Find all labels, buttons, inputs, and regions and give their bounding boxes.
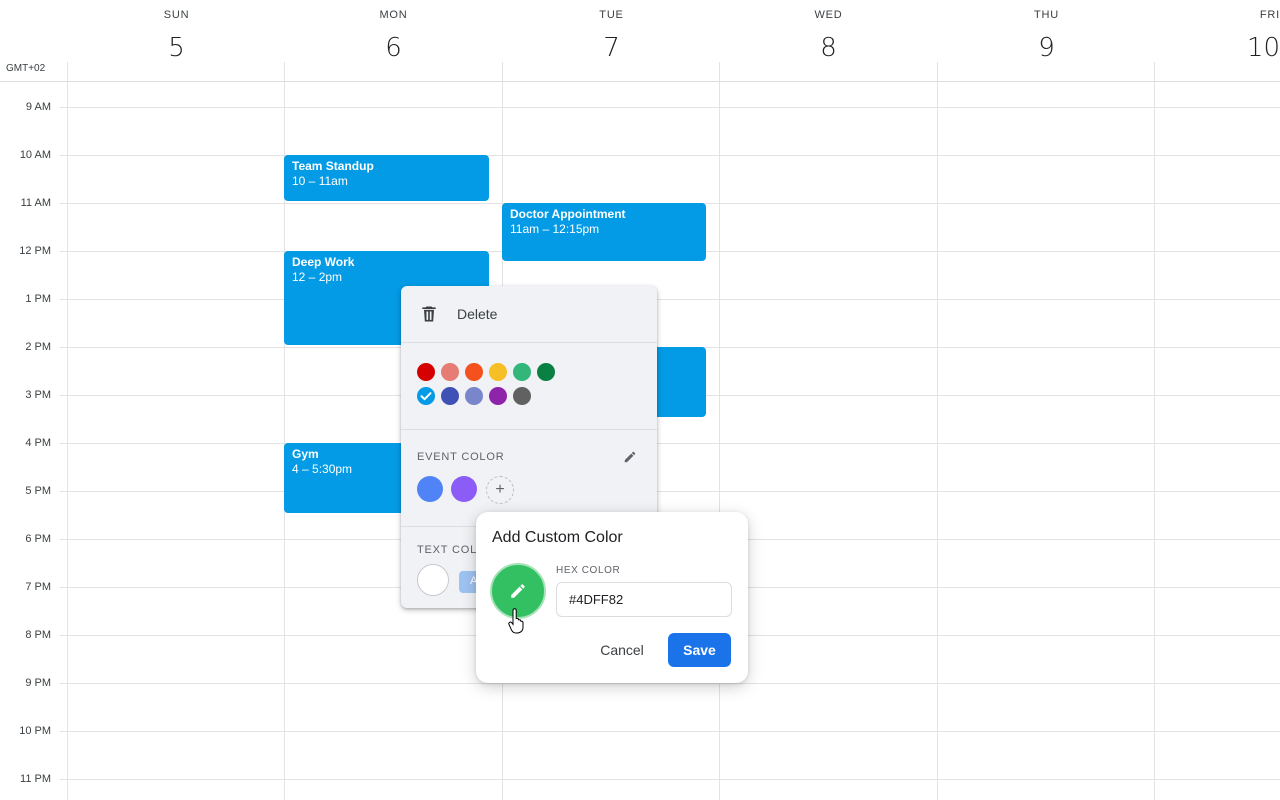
hour-label: 12 PM: [19, 245, 51, 257]
trash-icon: [422, 306, 436, 322]
grid-hour-tick: [60, 587, 67, 588]
hour-label: 3 PM: [25, 389, 51, 401]
day-number[interactable]: 8: [720, 33, 937, 63]
grid-hour-tick: [60, 539, 67, 540]
grid-hour-tick: [60, 731, 67, 732]
hour-label: 8 PM: [25, 629, 51, 641]
grid-hour-tick: [60, 635, 67, 636]
palette-swatch-peacock-selected[interactable]: [417, 387, 435, 405]
palette-swatch-flamingo[interactable]: [441, 363, 459, 381]
grid-hour-tick: [60, 395, 67, 396]
day-number[interactable]: 5: [68, 33, 285, 63]
add-custom-color-dialog: Add Custom Color HEX COLOR Cancel Save: [476, 512, 748, 683]
hour-label: 5 PM: [25, 485, 51, 497]
day-name: MON: [379, 9, 408, 21]
hour-label: 10 AM: [19, 149, 51, 161]
pencil-icon: [511, 584, 525, 598]
palette-swatch-tangerine[interactable]: [465, 363, 483, 381]
hour-label: 9 AM: [25, 101, 51, 113]
day-name: TUE: [599, 9, 624, 21]
header-divider: [0, 81, 1280, 82]
cancel-button[interactable]: Cancel: [589, 633, 655, 667]
day-name: WED: [814, 9, 843, 21]
event-time: 12 – 2pm: [292, 270, 343, 284]
grid-hour-tick: [60, 203, 67, 204]
checkmark-icon: [420, 392, 432, 401]
palette-swatch-graphite[interactable]: [513, 387, 531, 405]
hour-label: 11 AM: [20, 197, 51, 209]
grid-hour-tick: [60, 443, 67, 444]
event-color-label: EVENT COLOR: [417, 451, 505, 463]
day-number[interactable]: 6: [285, 33, 502, 63]
hour-label: 6 PM: [25, 533, 51, 545]
menu-divider: [401, 429, 657, 430]
day-name: SUN: [163, 9, 190, 21]
grid-hour-line: [67, 299, 1280, 300]
grid-hour-tick: [60, 491, 67, 492]
grid-hour-line: [67, 155, 1280, 156]
grid-hour-tick: [60, 155, 67, 156]
palette-swatch-tomato[interactable]: [417, 363, 435, 381]
hour-label: 2 PM: [25, 341, 51, 353]
day-number[interactable]: 9: [938, 33, 1155, 63]
grid-hour-line: [67, 443, 1280, 444]
grid-hour-tick: [60, 779, 67, 780]
grid-hour-line: [67, 731, 1280, 732]
day-number[interactable]: 10: [1155, 33, 1280, 63]
grid-hour-tick: [60, 251, 67, 252]
timezone-label: GMT+02: [6, 63, 46, 74]
add-custom-color-button[interactable]: +: [486, 476, 514, 504]
palette-swatch-blueberry[interactable]: [441, 387, 459, 405]
hour-label: 10 PM: [19, 725, 51, 737]
grid-hour-tick: [60, 107, 67, 108]
palette-swatch-basil[interactable]: [537, 363, 555, 381]
grid-column-line: [937, 62, 938, 800]
event-doctor-appointment[interactable]: Doctor Appointment 11am – 12:15pm: [502, 203, 706, 261]
palette-swatch-grape[interactable]: [489, 387, 507, 405]
save-button[interactable]: Save: [668, 633, 731, 667]
grid-hour-line: [67, 491, 1280, 492]
menu-divider: [401, 342, 657, 343]
event-title: Deep Work: [292, 255, 355, 269]
grid-hour-line: [67, 683, 1280, 684]
grid-column-line: [1154, 62, 1155, 800]
delete-menu-item[interactable]: Delete: [401, 286, 657, 342]
hour-label: 4 PM: [25, 437, 51, 449]
text-color-white[interactable]: [417, 564, 449, 596]
hour-label: 9 PM: [25, 677, 51, 689]
day-name: THU: [1033, 9, 1059, 21]
grid-hour-tick: [60, 299, 67, 300]
palette-swatch-banana[interactable]: [489, 363, 507, 381]
event-team-standup[interactable]: Team Standup 10 – 11am: [284, 155, 489, 201]
day-name: FRI: [1259, 9, 1280, 21]
event-title: Doctor Appointment: [510, 207, 626, 221]
custom-event-color-blue[interactable]: [417, 476, 443, 502]
day-number[interactable]: 7: [503, 33, 720, 63]
palette-swatch-sage[interactable]: [513, 363, 531, 381]
grid-hour-tick: [60, 683, 67, 684]
hour-label: 11 PM: [20, 773, 51, 785]
palette-swatch-lavender[interactable]: [465, 387, 483, 405]
grid-hour-line: [67, 107, 1280, 108]
event-title: Team Standup: [292, 159, 374, 173]
hour-label: 1 PM: [25, 293, 51, 305]
hour-label: 7 PM: [25, 581, 51, 593]
event-time: 11am – 12:15pm: [510, 222, 600, 236]
hex-color-label: HEX COLOR: [556, 565, 621, 576]
event-time: 10 – 11am: [292, 174, 348, 188]
delete-label: Delete: [457, 306, 498, 322]
dialog-title: Add Custom Color: [492, 529, 623, 546]
hex-color-input[interactable]: [556, 582, 732, 617]
grid-column-line: [719, 62, 720, 800]
edit-pencil-icon[interactable]: [623, 450, 637, 464]
grid-hour-line: [67, 779, 1280, 780]
grid-column-line: [67, 62, 68, 800]
grid-hour-tick: [60, 347, 67, 348]
calendar-week-view: SUN 5 MON 6 TUE 7 WED 8 THU 9 FRI 10 GMT…: [0, 0, 1280, 800]
custom-event-color-purple[interactable]: [451, 476, 477, 502]
hand-pointer-cursor-icon: [508, 608, 524, 634]
